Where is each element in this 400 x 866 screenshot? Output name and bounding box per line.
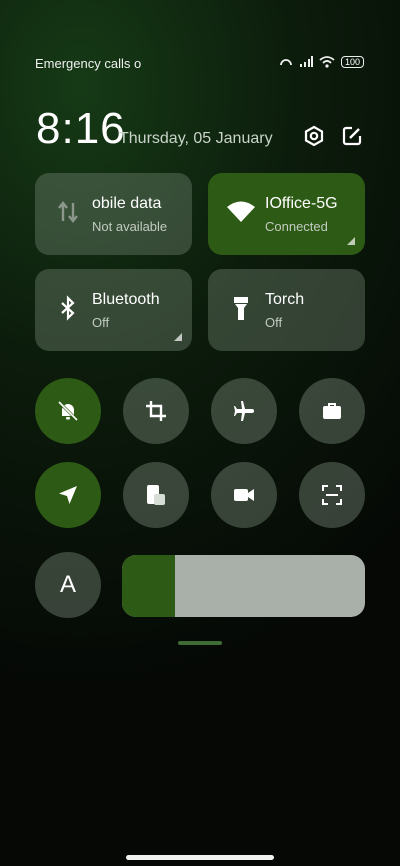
airplane-mode-toggle[interactable] [211, 378, 277, 444]
status-bar: Emergency calls o 100 [35, 56, 364, 72]
torch-label: Torch [265, 291, 305, 308]
wifi-icon [227, 201, 255, 222]
wifi-network-label: IOffice-5G [265, 195, 338, 212]
bluetooth-status: Off [92, 315, 110, 330]
scanner-toggle[interactable] [299, 462, 365, 528]
edit-icon[interactable] [341, 125, 363, 147]
hotspot-icon [280, 59, 292, 66]
wifi-status: Connected [265, 219, 328, 234]
screenshot-toggle[interactable] [123, 378, 189, 444]
scan-icon [322, 485, 342, 505]
location-toggle[interactable] [35, 462, 101, 528]
work-mode-toggle[interactable] [299, 378, 365, 444]
screen-recorder-toggle[interactable] [211, 462, 277, 528]
mobile-data-icon [58, 201, 78, 223]
date: Thursday, 05 January [119, 130, 273, 147]
home-indicator[interactable] [126, 855, 274, 860]
torch-icon [234, 297, 248, 320]
crop-icon [146, 401, 166, 421]
torch-tile[interactable]: Torch Off [208, 269, 365, 351]
clock: 8:16 [36, 104, 126, 153]
wifi-tile[interactable]: IOffice-5G Connected [208, 173, 365, 255]
mobile-data-label: obile data [92, 195, 162, 212]
silent-mode-toggle[interactable] [35, 378, 101, 444]
video-camera-icon [234, 489, 254, 501]
location-arrow-icon [59, 486, 77, 504]
signal-icon [299, 56, 313, 67]
wifi-status-icon [319, 56, 335, 68]
bell-off-icon [57, 400, 79, 422]
mobile-data-tile[interactable]: obile data Not available [35, 173, 192, 255]
status-icons: 100 [279, 56, 364, 68]
carrier-text: Emergency calls o [35, 56, 142, 71]
font-size-label: A [59, 571, 76, 598]
battery-indicator: 100 [340, 56, 364, 68]
font-size-button[interactable]: A [35, 552, 101, 618]
bluetooth-label: Bluetooth [92, 291, 160, 308]
floating-window-icon [147, 485, 165, 505]
airplane-icon [234, 401, 254, 421]
floating-window-toggle[interactable] [123, 462, 189, 528]
briefcase-icon [323, 403, 341, 419]
brightness-fill [122, 555, 176, 617]
torch-status: Off [265, 315, 283, 330]
wifi-expand-indicator [347, 237, 355, 245]
brightness-slider[interactable] [122, 555, 365, 617]
mobile-data-status: Not available [92, 219, 168, 234]
settings-icon[interactable] [303, 125, 325, 147]
panel-drag-handle[interactable] [178, 641, 222, 645]
bluetooth-expand-indicator [174, 333, 182, 341]
bluetooth-tile[interactable]: Bluetooth Off [35, 269, 192, 351]
bluetooth-icon [61, 295, 75, 321]
